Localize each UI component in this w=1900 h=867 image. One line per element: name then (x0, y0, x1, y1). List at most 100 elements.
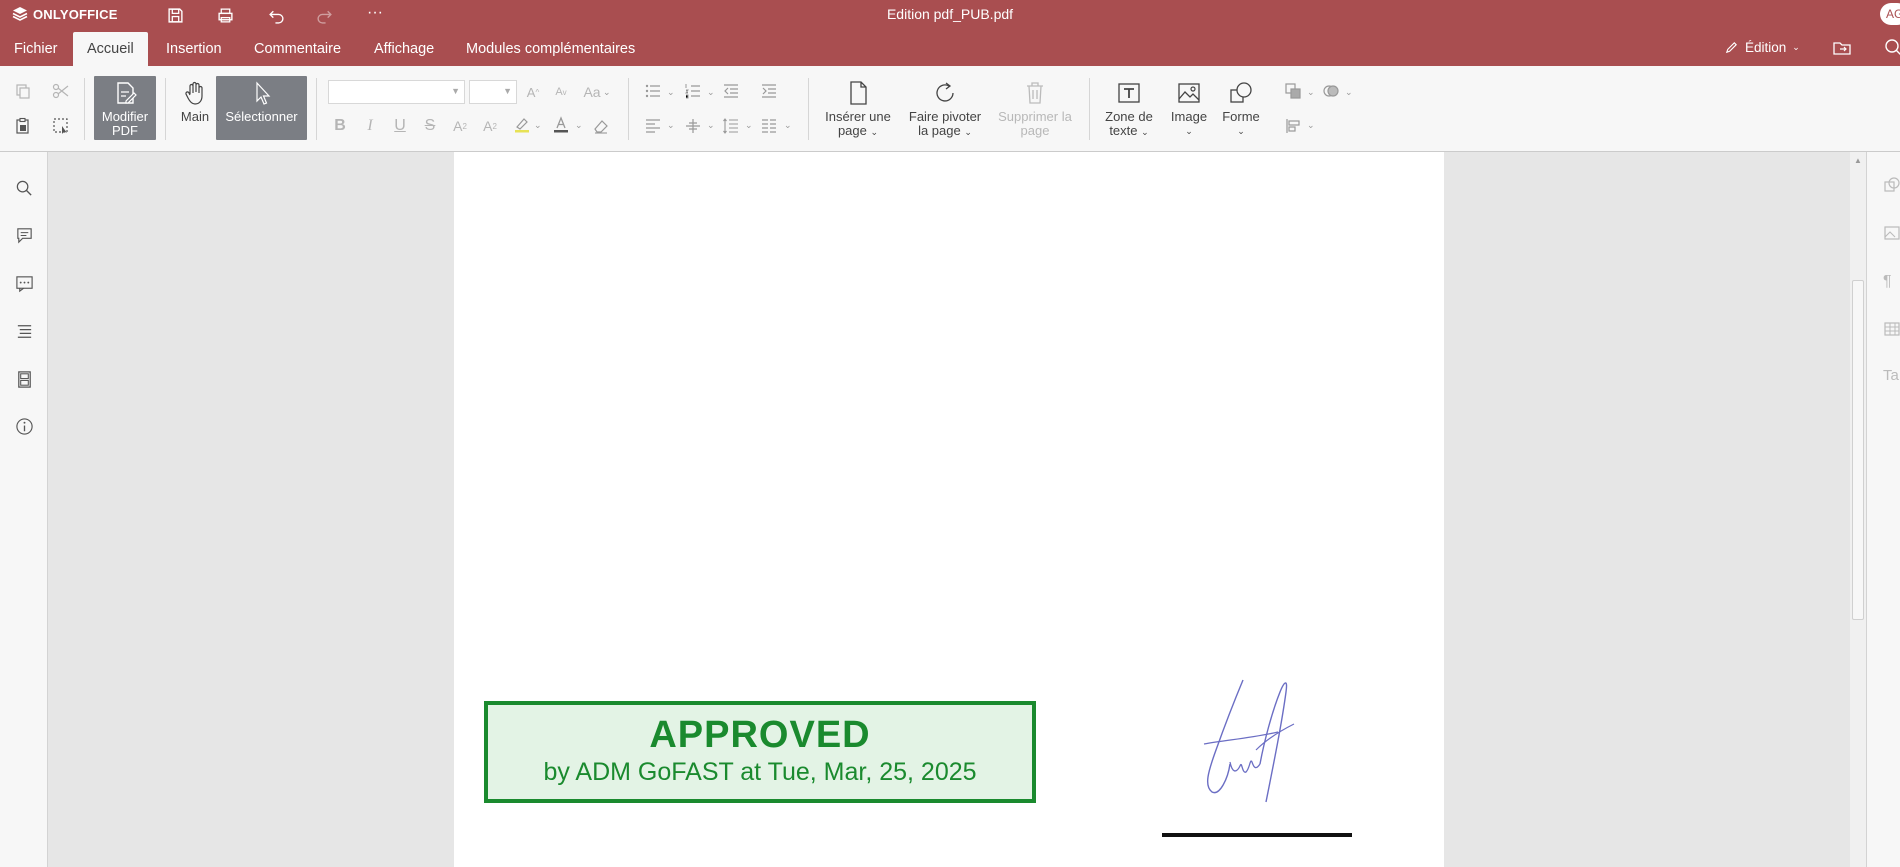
paste-icon[interactable] (12, 115, 34, 137)
print-icon[interactable] (214, 4, 236, 26)
scroll-up-arrow-icon[interactable]: ▲ (1854, 156, 1862, 165)
strikethrough-icon[interactable]: S (419, 115, 441, 137)
edition-mode-button[interactable]: Édition ⌄ (1724, 40, 1800, 55)
redo-icon[interactable] (313, 4, 335, 26)
stamp-subtitle: by ADM GoFAST at Tue, Mar, 25, 2025 (543, 758, 977, 786)
chevron-down-icon: ⌄ (667, 120, 675, 130)
undo-icon[interactable] (265, 4, 287, 26)
change-case-icon[interactable]: Aa (578, 81, 606, 103)
info-icon[interactable] (12, 414, 36, 438)
home-toolbar: Modifier PDF Main Sélectionner ▼ ▼ A ^ Av… (0, 66, 1900, 152)
delete-page-button[interactable]: Supprimer la page (992, 76, 1078, 140)
chevron-down-icon: ⌄ (1237, 126, 1245, 136)
chevron-down-icon: ⌄ (667, 87, 675, 97)
comment-icon[interactable] (12, 223, 36, 247)
pdf-page[interactable]: APPROVED by ADM GoFAST at Tue, Mar, 25, … (454, 152, 1444, 867)
approved-stamp[interactable]: APPROVED by ADM GoFAST at Tue, Mar, 25, … (484, 701, 1036, 803)
pencil-icon (1725, 42, 1737, 54)
text-box-label-1: Zone de (1105, 109, 1153, 124)
hand-tool-button[interactable]: Main (174, 76, 216, 140)
align-objects-icon[interactable] (1282, 115, 1304, 137)
delete-page-label-1: Supprimer la (998, 109, 1072, 124)
tab-commentaire[interactable]: Commentaire (240, 32, 355, 66)
navigation-icon[interactable] (12, 319, 36, 343)
save-icon[interactable] (164, 4, 186, 26)
chevron-down-icon: ⌄ (1307, 120, 1315, 130)
chevron-down-icon: ⌄ (575, 120, 583, 130)
insert-page-label-2: page (837, 123, 867, 138)
text-box-icon (1118, 83, 1140, 103)
thumbnails-icon[interactable] (12, 367, 36, 391)
bold-icon[interactable]: B (329, 115, 351, 137)
copy-icon[interactable] (12, 80, 34, 102)
image-settings-icon[interactable] (1883, 224, 1900, 244)
chevron-down-icon: ⌄ (964, 127, 972, 137)
modifier-pdf-label: Modifier PDF (101, 109, 149, 138)
image-button[interactable]: Image ⌄ (1162, 76, 1216, 140)
vertical-scrollbar[interactable]: ▲ (1850, 152, 1866, 867)
chevron-down-icon: ⌄ (784, 120, 792, 130)
chevron-down-icon: ⌄ (1185, 126, 1193, 136)
select-tool-button[interactable]: Sélectionner (216, 76, 307, 140)
cut-icon[interactable] (50, 80, 72, 102)
tab-fichier[interactable]: Fichier (0, 32, 72, 66)
italic-icon[interactable]: I (359, 115, 381, 137)
document-canvas[interactable]: APPROVED by ADM GoFAST at Tue, Mar, 25, … (48, 152, 1850, 867)
handwritten-signature[interactable] (1186, 662, 1346, 812)
tab-insertion[interactable]: Insertion (152, 32, 236, 66)
columns-icon[interactable] (758, 115, 780, 137)
open-location-icon[interactable] (1832, 38, 1854, 60)
main-label: Main (180, 109, 210, 124)
numbered-list-icon[interactable] (682, 80, 704, 102)
signature-line (1162, 833, 1352, 837)
chevron-down-icon: ⌄ (707, 120, 715, 130)
chevron-down-icon: ⌄ (1345, 87, 1353, 97)
increase-font-icon[interactable]: A ^ (522, 81, 544, 103)
highlight-icon[interactable] (511, 113, 533, 135)
tab-modules[interactable]: Modules complémentaires (452, 32, 649, 66)
select-all-icon[interactable] (50, 115, 72, 137)
tab-affichage[interactable]: Affichage (360, 32, 448, 66)
line-spacing-icon[interactable] (720, 115, 742, 137)
group-icon[interactable] (1320, 80, 1342, 102)
dropdown-arrow-icon: ▼ (451, 86, 460, 96)
shape-label: Forme (1222, 109, 1260, 124)
bullet-list-icon[interactable] (642, 80, 664, 102)
search-header-icon[interactable] (1884, 38, 1900, 60)
clear-format-icon[interactable] (590, 115, 612, 137)
search-icon[interactable] (12, 176, 36, 200)
font-name-select[interactable]: ▼ (328, 80, 465, 104)
dropdown-arrow-icon: ▼ (503, 86, 512, 96)
increase-indent-icon[interactable] (758, 80, 780, 102)
font-color-icon[interactable] (550, 113, 572, 135)
editor-window: ONLYOFFICE ··· Edition pdf_PUB.pdf AG Fi… (0, 0, 1900, 867)
tab-accueil[interactable]: Accueil (73, 32, 148, 66)
user-avatar[interactable]: AG (1880, 3, 1900, 25)
modifier-pdf-button[interactable]: Modifier PDF (94, 76, 156, 140)
insert-page-button[interactable]: Insérer une page ⌄ (818, 76, 898, 140)
text-art-settings-icon[interactable]: Ta (1883, 367, 1900, 387)
shape-settings-icon[interactable] (1883, 176, 1900, 196)
underline-icon[interactable]: U (389, 115, 411, 137)
scroll-thumb[interactable] (1852, 280, 1864, 620)
vertical-align-icon[interactable] (682, 115, 704, 137)
right-sidebar: ¶ Ta (1866, 152, 1900, 867)
decrease-font-icon[interactable]: Av (550, 81, 572, 103)
text-box-button[interactable]: Zone de texte ⌄ (1098, 76, 1160, 140)
chat-icon[interactable] (12, 271, 36, 295)
shape-button[interactable]: Forme ⌄ (1214, 76, 1268, 140)
decrease-indent-icon[interactable] (720, 80, 742, 102)
left-sidebar (0, 152, 48, 867)
superscript-icon[interactable]: A2 (449, 115, 471, 137)
paragraph-settings-icon[interactable]: ¶ (1883, 273, 1900, 293)
table-settings-icon[interactable] (1883, 320, 1900, 340)
chevron-down-icon: ⌄ (707, 87, 715, 97)
font-size-select[interactable]: ▼ (469, 80, 517, 104)
onlyoffice-logo[interactable]: ONLYOFFICE (12, 6, 118, 22)
subscript-icon[interactable]: A2 (479, 115, 501, 137)
more-actions-icon[interactable]: ··· (364, 2, 386, 24)
align-left-icon[interactable] (642, 115, 664, 137)
arrange-icon[interactable] (1282, 80, 1304, 102)
rotate-page-button[interactable]: Faire pivoter la page ⌄ (904, 76, 986, 140)
rotate-page-label-1: Faire pivoter (908, 109, 982, 124)
